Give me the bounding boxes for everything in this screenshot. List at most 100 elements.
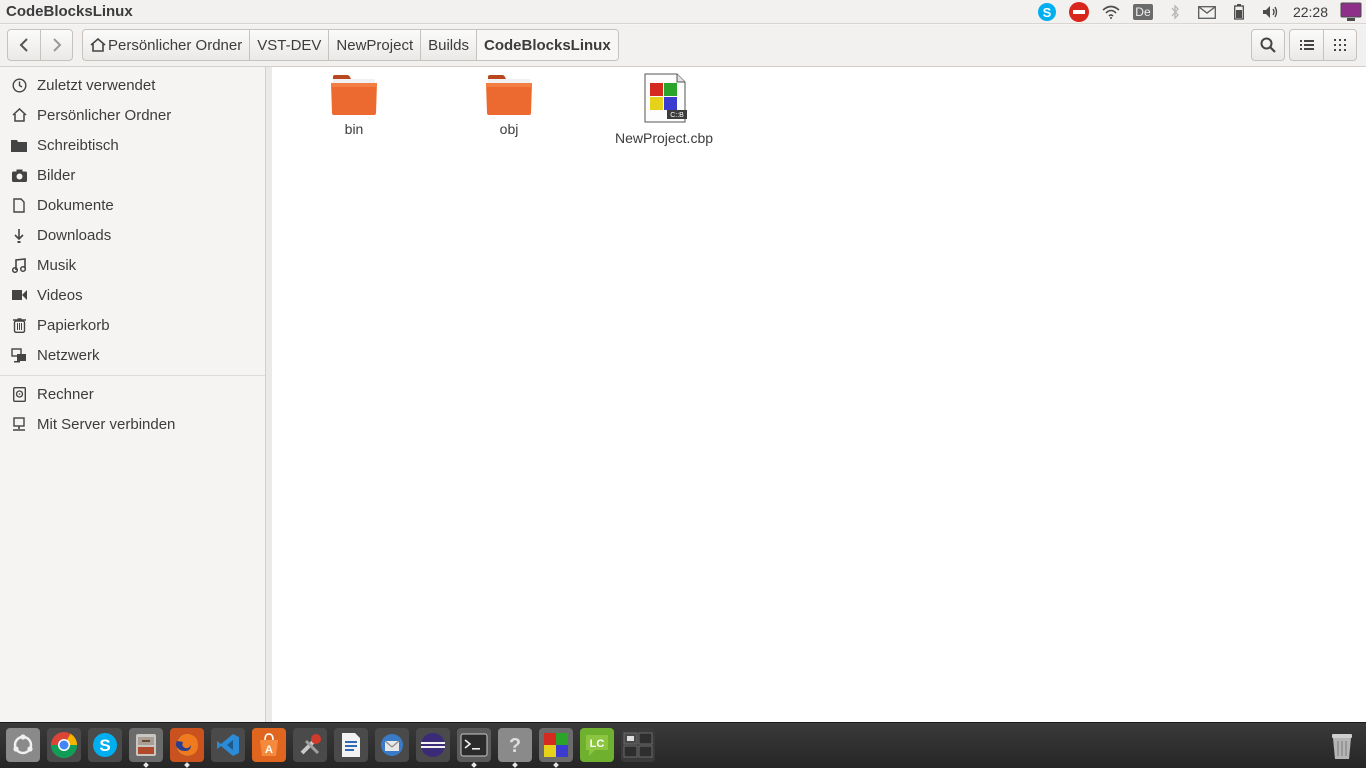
sidebar-item-videos[interactable]: Videos xyxy=(0,280,265,310)
sidebar-item-label: Bilder xyxy=(37,166,76,184)
sidebar-item-network[interactable]: Netzwerk xyxy=(0,340,265,370)
list-view-icon xyxy=(1299,40,1314,50)
eclipse-icon xyxy=(421,733,445,757)
codeblocks-project-icon: C::B xyxy=(644,73,687,123)
file-name: obj xyxy=(499,121,519,137)
dash-button[interactable] xyxy=(6,728,40,762)
software-center-icon: A xyxy=(260,733,278,756)
launcher-unknown-app[interactable]: ? xyxy=(498,728,532,768)
launcher-files[interactable] xyxy=(129,728,163,768)
network-icon xyxy=(10,346,28,364)
breadcrumb-codeblockslinux[interactable]: CodeBlocksLinux xyxy=(475,30,618,60)
clock-icon xyxy=(10,76,28,94)
toolbar: Persönlicher Ordner VST-DEV NewProject B… xyxy=(0,25,1366,67)
sidebar-item-recent[interactable]: Zuletzt verwendet xyxy=(0,70,265,100)
file-cabinet-icon xyxy=(136,734,156,756)
breadcrumb-newproject[interactable]: NewProject xyxy=(328,30,420,60)
back-button[interactable] xyxy=(8,30,40,60)
sidebar-item-trash[interactable]: Papierkorb xyxy=(0,310,265,340)
computer-icon xyxy=(10,385,28,403)
clock[interactable]: 22:28 xyxy=(1287,4,1336,20)
sidebar-item-home[interactable]: Persönlicher Ordner xyxy=(0,100,265,130)
sidebar-item-desktop[interactable]: Schreibtisch xyxy=(0,130,265,160)
sidebar-item-computer[interactable]: Rechner xyxy=(0,379,265,409)
vscode-icon xyxy=(217,734,239,756)
launcher-thunderbird[interactable] xyxy=(375,728,409,762)
search-button[interactable] xyxy=(1251,29,1285,61)
launcher-system-settings[interactable] xyxy=(293,728,327,762)
sidebar-item-label: Netzwerk xyxy=(37,346,100,364)
sidebar-item-label: Persönlicher Ordner xyxy=(37,106,172,124)
launcher-skype[interactable]: S xyxy=(88,728,122,762)
launcher-eclipse[interactable] xyxy=(416,728,450,762)
breadcrumb-builds[interactable]: Builds xyxy=(420,30,476,60)
sidebar-item-documents[interactable]: Dokumente xyxy=(0,190,265,220)
launcher-workspace-switcher[interactable] xyxy=(621,728,655,762)
list-view-button[interactable] xyxy=(1290,30,1323,60)
svg-text:S: S xyxy=(99,736,110,755)
trash-icon xyxy=(10,316,28,334)
running-indicator xyxy=(553,762,559,768)
file-name: bin xyxy=(344,121,364,137)
file-item-obj[interactable]: obj xyxy=(449,73,569,137)
forward-button[interactable] xyxy=(40,30,72,60)
launcher-livecode[interactable]: LC xyxy=(580,728,614,762)
sidebar-item-label: Mit Server verbinden xyxy=(37,415,176,433)
launcher-firefox[interactable] xyxy=(170,728,204,768)
launcher-terminal[interactable] xyxy=(457,728,491,768)
skype-icon: S xyxy=(93,733,117,757)
mail-icon[interactable] xyxy=(1191,0,1223,24)
file-name: NewProject.cbp xyxy=(614,130,714,146)
server-icon xyxy=(10,415,28,433)
download-icon xyxy=(10,226,28,244)
bluetooth-icon[interactable] xyxy=(1159,0,1191,24)
volume-icon[interactable] xyxy=(1255,0,1287,24)
search-icon xyxy=(1260,37,1276,53)
wifi-icon[interactable] xyxy=(1095,0,1127,24)
battery-icon[interactable] xyxy=(1223,0,1255,24)
launcher-software-center[interactable]: A xyxy=(252,728,286,762)
svg-text:S: S xyxy=(1043,5,1052,20)
sidebar-item-label: Musik xyxy=(37,256,77,274)
session-menu-icon[interactable] xyxy=(1336,0,1366,24)
question-mark-icon: ? xyxy=(509,735,521,757)
breadcrumb-vst-dev[interactable]: VST-DEV xyxy=(249,30,328,60)
skype-tray-icon[interactable]: S xyxy=(1031,0,1063,24)
home-icon xyxy=(10,106,28,124)
grid-view-icon xyxy=(1334,39,1346,51)
terminal-icon xyxy=(460,733,488,757)
sidebar-item-pictures[interactable]: Bilder xyxy=(0,160,265,190)
breadcrumb: Persönlicher Ordner VST-DEV NewProject B… xyxy=(82,29,619,61)
svg-text:A: A xyxy=(265,744,273,756)
sidebar-item-music[interactable]: Musik xyxy=(0,250,265,280)
breadcrumb-label: Persönlicher Ordner xyxy=(108,36,243,54)
launcher-vscode[interactable] xyxy=(211,728,245,762)
folder-icon xyxy=(486,75,532,115)
trash-bin-icon xyxy=(1332,734,1352,759)
breadcrumb-home[interactable]: Persönlicher Ordner xyxy=(83,30,249,60)
sidebar-item-label: Schreibtisch xyxy=(37,136,119,154)
sidebar-item-label: Videos xyxy=(37,286,83,304)
launcher-libreoffice-writer[interactable] xyxy=(334,728,368,762)
chevron-left-icon xyxy=(19,38,28,52)
keyboard-layout-indicator[interactable]: De xyxy=(1127,0,1159,24)
running-indicator xyxy=(184,762,190,768)
workspace-switcher-icon xyxy=(623,732,653,758)
system-tray: S De 22:28 xyxy=(1031,0,1366,24)
file-item-newproject-cbp[interactable]: C::B NewProject.cbp xyxy=(604,73,724,146)
sidebar-item-label: Papierkorb xyxy=(37,316,110,334)
sidebar-item-connect-server[interactable]: Mit Server verbinden xyxy=(0,409,265,439)
launcher-chrome[interactable] xyxy=(47,728,81,762)
sidebar-item-downloads[interactable]: Downloads xyxy=(0,220,265,250)
thunderbird-icon xyxy=(381,734,403,756)
settings-tools-icon xyxy=(300,734,321,755)
launcher-trash[interactable] xyxy=(1325,728,1359,762)
file-item-bin[interactable]: bin xyxy=(294,73,414,137)
chrome-icon xyxy=(50,732,78,759)
do-not-disturb-icon[interactable] xyxy=(1063,0,1095,24)
chevron-right-icon xyxy=(52,38,61,52)
running-indicator xyxy=(471,762,477,768)
grid-view-button[interactable] xyxy=(1323,30,1356,60)
sidebar-devices: Rechner Mit Server verbinden xyxy=(0,379,265,439)
launcher-codeblocks[interactable] xyxy=(539,728,573,768)
